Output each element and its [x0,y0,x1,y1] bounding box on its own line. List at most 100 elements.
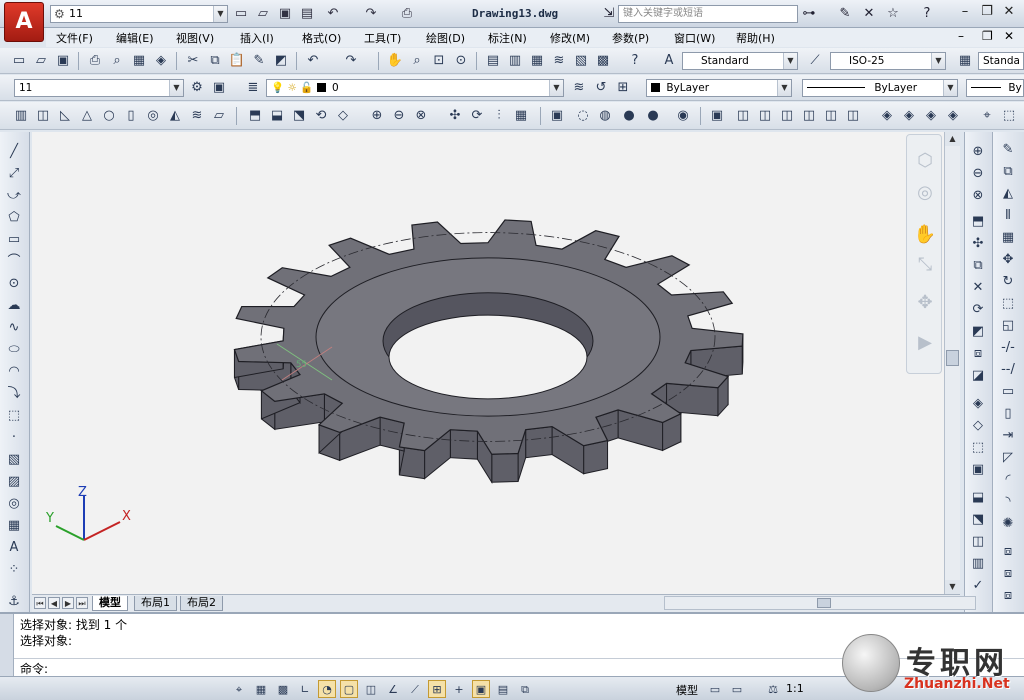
chevron-down-icon[interactable]: ▼ [931,53,945,69]
cut-icon[interactable]: ✂ [184,52,202,70]
vertical-scrollbar[interactable]: ▲ ▼ [944,132,960,594]
visual-style-hidden-icon[interactable]: ◍ [596,107,614,125]
polysolid-icon[interactable]: ▥ [12,107,30,125]
construction-line-icon[interactable]: ⤢ [4,164,24,184]
layer-dropdown[interactable]: 💡 ☼ 🔓 0 ▼ [266,79,564,97]
se-iso-view-icon[interactable]: ◈ [900,107,918,125]
rectangle-icon[interactable]: ▭ [4,230,24,250]
scale-icon[interactable]: ⬚ [998,294,1018,314]
minimize-window-button[interactable]: – [954,4,976,22]
shell-icon[interactable]: ▣ [968,460,988,480]
loft-icon[interactable]: ◇ [334,107,352,125]
3d-rotate-icon[interactable]: ⟳ [468,107,486,125]
draw-order-front-icon[interactable]: ⧈ [998,542,1018,562]
plot-icon[interactable]: ⎙ [398,5,416,23]
menu-tools[interactable]: 工具(T) [364,30,401,46]
match-properties-icon[interactable]: ✎ [250,52,268,70]
polar-tracking-icon[interactable]: ◔ [318,680,336,698]
fillet-icon[interactable]: ◜ [998,470,1018,490]
menu-parametric[interactable]: 参数(P) [612,30,649,46]
visual-style-2d-icon[interactable]: ◌ [574,107,592,125]
pan-hand-icon[interactable]: ✋ [911,221,939,249]
ellipse-arc-icon[interactable]: ◠ [4,362,24,382]
draw-order-back-icon[interactable]: ⧈ [998,564,1018,584]
ellipse-icon[interactable]: ⬭ [4,340,24,360]
break-at-point-icon[interactable]: ▭ [998,382,1018,402]
offset-icon[interactable]: ⫴ [998,206,1018,226]
imprint-icon[interactable]: ◈ [968,394,988,414]
visual-styles-manager-icon[interactable]: ◉ [674,107,692,125]
model-space-label[interactable]: 模型 [676,682,698,698]
paste-icon[interactable]: 📋 [228,52,246,70]
cylinder-icon[interactable]: ▯ [122,107,140,125]
save-as-icon[interactable]: ▤ [298,5,316,23]
plot-icon[interactable]: ⎙ [86,52,104,70]
annotation-scale-icon[interactable]: ⚖ [764,680,782,698]
text-style-dropdown[interactable]: Standard ▼ [682,52,798,70]
vertical-scroll-thumb[interactable] [946,350,959,366]
break-icon[interactable]: ▯ [998,404,1018,424]
zoom-previous-icon[interactable]: ⊙ [452,52,470,70]
properties-icon[interactable]: ▤ [484,52,502,70]
menu-draw[interactable]: 绘图(D) [426,30,465,46]
quick-view-drawings-icon[interactable]: ▭ [728,680,746,698]
infer-constraints-icon[interactable]: ⌖ [230,680,248,698]
subtract-icon[interactable]: ⊖ [390,107,408,125]
doc-close-icon[interactable]: ✕ [1004,29,1014,43]
save-icon[interactable]: ▣ [54,52,72,70]
save-icon[interactable]: ▣ [276,5,294,23]
rotate-icon[interactable]: ↻ [998,272,1018,292]
pan-icon[interactable]: ✋ [386,52,404,70]
favorites-star-icon[interactable]: ☆ [884,5,902,23]
nw-iso-view-icon[interactable]: ◈ [944,107,962,125]
draw-order-above-icon[interactable]: ⧈ [998,586,1018,606]
command-window-grip[interactable] [0,614,14,676]
design-center-icon[interactable]: ▥ [506,52,524,70]
copy-icon[interactable]: ⧉ [206,52,224,70]
lineweight-dropdown[interactable]: By [966,79,1024,97]
layer-state-dropdown[interactable]: 11 ▼ [14,79,184,97]
3d-print-icon[interactable]: ◈ [152,52,170,70]
viewcube-icon[interactable]: ⬡ [911,147,939,175]
publish-icon[interactable]: ▦ [130,52,148,70]
grid-display-icon[interactable]: ▩ [274,680,292,698]
3d-align-icon[interactable]: ⫶ [490,107,508,125]
previous-tab-arrow[interactable]: ◀ [48,597,60,609]
table-style-icon[interactable]: ▦ [956,52,974,70]
horizontal-scrollbar[interactable] [664,596,976,610]
dim-style-icon[interactable]: ⟋ [806,52,824,70]
snap-mode-icon[interactable]: ▦ [252,680,270,698]
menu-modify[interactable]: 修改(M) [550,30,590,46]
communication-icon[interactable]: ✕ [860,5,878,23]
menu-format[interactable]: 格式(O) [302,30,341,46]
quick-view-layouts-icon[interactable]: ▭ [706,680,724,698]
wedge-icon[interactable]: ◺ [56,107,74,125]
delete-faces-icon[interactable]: ✕ [968,278,988,298]
intersect-icon[interactable]: ⊗ [412,107,430,125]
join-icon[interactable]: ⇥ [998,426,1018,446]
text-style-icon[interactable]: A [660,52,678,70]
multiline-text-icon[interactable]: A [4,538,24,558]
markup-icon[interactable]: ▧ [572,52,590,70]
showmotion-icon[interactable]: ▶ [911,329,939,357]
restore-window-button[interactable]: ❐ [976,4,998,22]
menu-file[interactable]: 文件(F) [56,30,93,46]
ne-iso-view-icon[interactable]: ◈ [922,107,940,125]
ucs-icon[interactable]: ▣ [548,107,566,125]
binoculars-icon[interactable]: ⊶ [800,5,818,23]
open-folder-icon[interactable]: ▱ [254,5,272,23]
subtract-icon[interactable]: ⊖ [968,164,988,184]
menu-edit[interactable]: 编辑(E) [116,30,154,46]
visual-style-conceptual-icon[interactable]: ● [644,107,662,125]
ortho-mode-icon[interactable]: ∟ [296,680,314,698]
chevron-down-icon[interactable]: ▼ [169,80,183,96]
color-faces-icon[interactable]: ◪ [968,366,988,386]
lineweight-toggle-icon[interactable]: + [450,680,468,698]
layer-manager-icon[interactable]: ≣ [244,79,262,97]
menu-dimension[interactable]: 标注(N) [488,30,527,46]
walk-icon[interactable]: ⬚ [1000,107,1018,125]
chevron-down-icon[interactable]: ▼ [213,6,227,22]
copy-faces-icon[interactable]: ⧈ [968,344,988,364]
camera-icon[interactable]: ⌖ [978,107,996,125]
drawing-canvas[interactable]: 55 Z Y X [32,132,944,594]
